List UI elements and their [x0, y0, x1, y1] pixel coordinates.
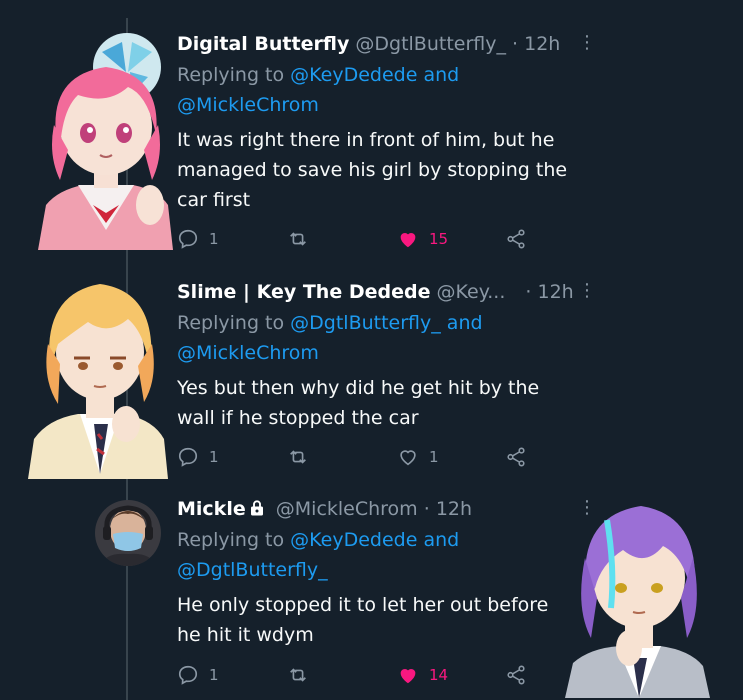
retweet-icon	[290, 232, 306, 246]
reply-button[interactable]: 1	[177, 228, 219, 250]
reply-icon	[178, 229, 198, 249]
mention-link[interactable]: @DgtlButterfly_	[290, 312, 441, 334]
mention-link[interactable]: @DgtlButterfly_	[177, 559, 328, 581]
tweet-actions: 1 15	[177, 228, 537, 252]
tweet-digital-butterfly[interactable]: Digital Butterfly @DgtlButterfly_ · 12h …	[0, 0, 743, 262]
more-icon[interactable]: ⋮	[578, 497, 596, 518]
retweet-button[interactable]	[287, 446, 319, 468]
share-button[interactable]	[505, 664, 527, 686]
user-handle[interactable]: @MickleChrom	[276, 498, 418, 520]
character-sticker-blond	[28, 274, 168, 479]
display-name[interactable]: Mickle	[177, 498, 246, 520]
timestamp[interactable]: · 12h	[424, 498, 472, 520]
more-icon[interactable]: ⋮	[578, 32, 596, 53]
tweet-header: Slime | Key The Dedede @Key... · 12h	[177, 280, 574, 304]
tweet-text: He only stopped it to let her out before…	[177, 594, 549, 646]
more-icon[interactable]: ⋮	[578, 280, 596, 301]
tweet-text: It was right there in front of him, but …	[177, 129, 568, 211]
share-icon	[507, 229, 525, 249]
tweet-actions: 1 14	[177, 664, 537, 688]
mention-link[interactable]: @MickleChrom	[177, 94, 319, 116]
reply-icon	[178, 447, 198, 467]
heart-icon	[400, 450, 416, 466]
timestamp[interactable]: · 12h	[525, 281, 573, 303]
reply-button[interactable]: 1	[177, 446, 219, 468]
mention-link[interactable]: @KeyDedede	[290, 64, 417, 86]
retweet-button[interactable]	[287, 228, 319, 250]
tweet-actions: 1 1	[177, 446, 537, 470]
character-sticker-pink	[38, 55, 173, 250]
tweet-text: Yes but then why did he get hit by the w…	[177, 377, 540, 429]
retweet-button[interactable]	[287, 664, 319, 686]
tweet-slime-key[interactable]: Slime | Key The Dedede @Key... · 12h ⋮ R…	[0, 262, 743, 480]
user-handle[interactable]: @Key...	[437, 281, 506, 303]
heart-icon	[400, 233, 416, 248]
like-button[interactable]: 15	[397, 228, 448, 250]
character-sticker-purple	[545, 498, 725, 698]
reply-icon	[178, 665, 198, 685]
retweet-icon	[290, 668, 306, 682]
like-button[interactable]: 14	[397, 664, 448, 686]
replying-to: Replying to @KeyDedede and @MickleChrom	[177, 64, 460, 116]
share-button[interactable]	[505, 446, 527, 468]
avatar[interactable]	[95, 500, 161, 566]
user-handle[interactable]: @DgtlButterfly_	[355, 33, 506, 55]
share-icon	[507, 447, 525, 467]
replying-to: Replying to @DgtlButterfly_ and @MickleC…	[177, 312, 483, 364]
reply-button[interactable]: 1	[177, 664, 219, 686]
mention-link[interactable]: @KeyDedede	[290, 529, 417, 551]
timestamp[interactable]: · 12h	[512, 33, 560, 55]
display-name[interactable]: Digital Butterfly	[177, 33, 349, 55]
like-button[interactable]: 1	[397, 446, 439, 468]
retweet-icon	[290, 450, 306, 464]
heart-icon	[400, 669, 416, 684]
lock-icon	[248, 499, 266, 523]
tweet-mickle[interactable]: Mickle @MickleChrom · 12h Replying to @K…	[0, 480, 743, 700]
mention-link[interactable]: @MickleChrom	[177, 342, 319, 364]
share-button[interactable]	[505, 228, 527, 250]
replying-to: Replying to @KeyDedede and @DgtlButterfl…	[177, 529, 460, 581]
share-icon	[507, 665, 525, 685]
display-name[interactable]: Slime | Key The Dedede	[177, 281, 430, 303]
tweet-header: Digital Butterfly @DgtlButterfly_ · 12h	[177, 32, 560, 56]
tweet-header: Mickle @MickleChrom · 12h	[177, 497, 472, 523]
